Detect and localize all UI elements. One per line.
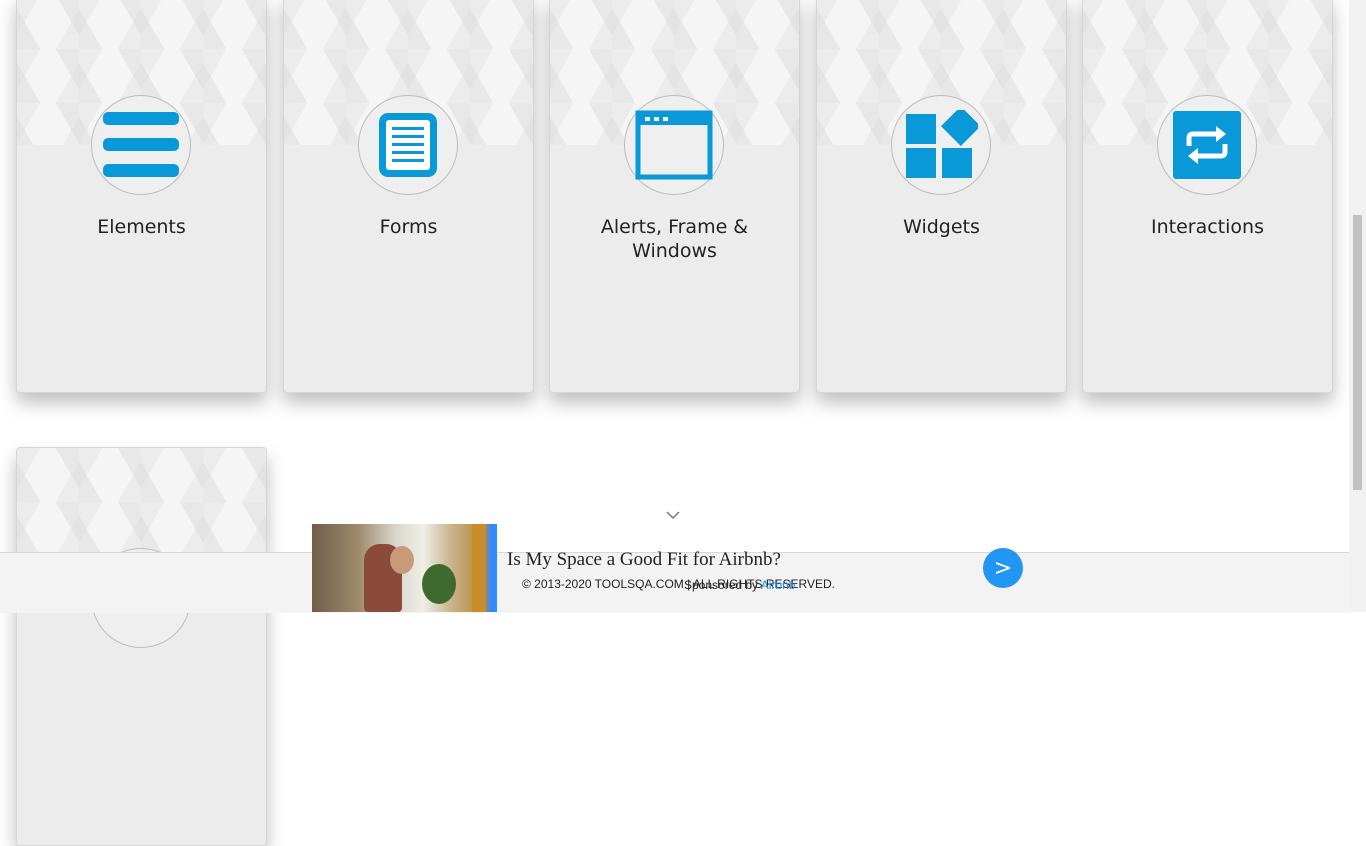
card-interactions[interactable]: Interactions <box>1082 0 1333 393</box>
card-widgets[interactable]: Widgets <box>816 0 1067 393</box>
card-title: Elements <box>97 216 186 238</box>
sponsored-prefix: Sponsored by <box>684 578 759 592</box>
ad-title[interactable]: Is My Space a Good Fit for Airbnb? <box>507 549 781 571</box>
ad-image[interactable] <box>312 524 497 612</box>
widgets-grid-icon <box>906 110 978 178</box>
ad-head-shape <box>390 546 414 574</box>
ad-plant-shape <box>422 564 456 604</box>
card-icon-circle <box>891 95 991 195</box>
scrollbar-thumb[interactable] <box>1353 215 1362 490</box>
document-form-icon <box>379 113 437 177</box>
ad-accent-bar <box>492 524 497 612</box>
card-title: Interactions <box>1151 216 1264 238</box>
hamburger-menu-icon <box>103 112 179 177</box>
chevron-down-icon[interactable] <box>666 510 680 520</box>
card-title: Widgets <box>903 216 980 238</box>
card-title: Forms <box>379 216 438 238</box>
card-alerts-frame-windows[interactable]: Alerts, Frame & Windows <box>549 0 800 393</box>
card-icon-circle <box>624 95 724 195</box>
ad-sponsored: Sponsored by Airbnb <box>684 578 795 592</box>
repeat-arrows-icon <box>1173 111 1241 179</box>
browser-window-icon <box>635 110 713 180</box>
page-scrollbar[interactable] <box>1349 0 1366 612</box>
card-title: Alerts, Frame & Windows <box>600 216 749 262</box>
ad-next-button[interactable]: > <box>983 548 1023 588</box>
sponsored-brand[interactable]: Airbnb <box>761 578 796 592</box>
card-elements[interactable]: Elements <box>16 0 267 393</box>
ad-beam-shape <box>472 524 486 612</box>
card-icon-circle <box>358 95 458 195</box>
card-partial[interactable] <box>16 447 267 846</box>
card-icon-circle <box>1157 95 1257 195</box>
card-forms[interactable]: Forms <box>283 0 534 393</box>
card-icon-circle <box>91 95 191 195</box>
